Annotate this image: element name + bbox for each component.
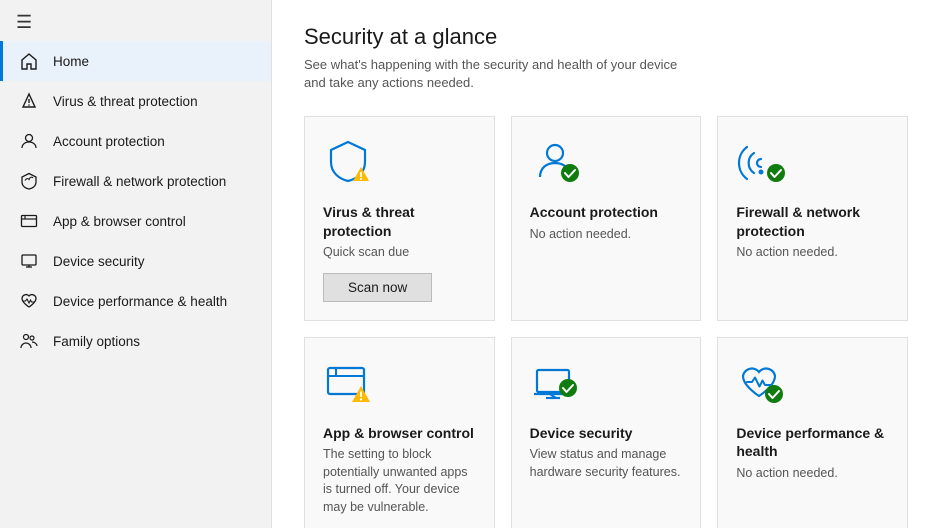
device-security-card-icon — [530, 358, 586, 414]
cards-grid: Virus & threat protection Quick scan due… — [304, 116, 908, 528]
browser-control-status: The setting to block potentially unwante… — [323, 446, 476, 516]
virus-threat-icon — [323, 137, 379, 193]
sidebar-item-device-security[interactable]: Device security — [0, 241, 271, 281]
sidebar-item-device-security-label: Device security — [53, 254, 145, 269]
browser-control-card: App & browser control The setting to blo… — [304, 337, 495, 528]
sidebar-item-device-health-label: Device performance & health — [53, 294, 227, 309]
sidebar-item-virus-label: Virus & threat protection — [53, 94, 198, 109]
browser-control-icon — [323, 358, 379, 414]
account-protection-card: Account protection No action needed. — [511, 116, 702, 321]
device-security-card: Device security View status and manage h… — [511, 337, 702, 528]
sidebar: ☰ Home Virus & threat protection Ac — [0, 0, 272, 528]
sidebar-item-account-label: Account protection — [53, 134, 165, 149]
main-content: Security at a glance See what's happenin… — [272, 0, 940, 528]
virus-threat-title: Virus & threat protection — [323, 203, 476, 239]
page-title: Security at a glance — [304, 24, 908, 50]
page-subtitle: See what's happening with the security a… — [304, 56, 684, 92]
sidebar-item-browser[interactable]: App & browser control — [0, 201, 271, 241]
home-icon — [19, 51, 39, 71]
browser-icon — [19, 211, 39, 231]
hamburger-icon[interactable]: ☰ — [0, 4, 271, 41]
firewall-card-status: No action needed. — [736, 244, 889, 303]
sidebar-item-account[interactable]: Account protection — [0, 121, 271, 161]
sidebar-item-browser-label: App & browser control — [53, 214, 186, 229]
account-protection-title: Account protection — [530, 203, 683, 221]
device-health-card-icon — [736, 358, 792, 414]
scan-now-button[interactable]: Scan now — [323, 273, 432, 302]
virus-threat-status: Quick scan due — [323, 244, 476, 262]
device-security-card-title: Device security — [530, 424, 683, 442]
device-security-card-status: View status and manage hardware security… — [530, 446, 683, 528]
firewall-card-icon — [736, 137, 792, 193]
virus-threat-card: Virus & threat protection Quick scan due… — [304, 116, 495, 321]
account-protection-icon — [530, 137, 586, 193]
device-security-icon — [19, 251, 39, 271]
sidebar-item-family[interactable]: Family options — [0, 321, 271, 361]
virus-icon — [19, 91, 39, 111]
sidebar-item-home-label: Home — [53, 54, 89, 69]
device-health-card-title: Device performance & health — [736, 424, 889, 460]
sidebar-item-home[interactable]: Home — [0, 41, 271, 81]
device-health-card-status: No action needed. — [736, 465, 889, 528]
device-health-icon — [19, 291, 39, 311]
account-protection-status: No action needed. — [530, 226, 683, 303]
family-icon — [19, 331, 39, 351]
sidebar-item-firewall[interactable]: Firewall & network protection — [0, 161, 271, 201]
sidebar-item-family-label: Family options — [53, 334, 140, 349]
browser-control-title: App & browser control — [323, 424, 476, 442]
sidebar-item-firewall-label: Firewall & network protection — [53, 174, 226, 189]
sidebar-item-device-health[interactable]: Device performance & health — [0, 281, 271, 321]
sidebar-item-virus[interactable]: Virus & threat protection — [0, 81, 271, 121]
firewall-card-title: Firewall & network protection — [736, 203, 889, 239]
account-icon — [19, 131, 39, 151]
firewall-card: Firewall & network protection No action … — [717, 116, 908, 321]
firewall-icon — [19, 171, 39, 191]
device-health-card: Device performance & health No action ne… — [717, 337, 908, 528]
